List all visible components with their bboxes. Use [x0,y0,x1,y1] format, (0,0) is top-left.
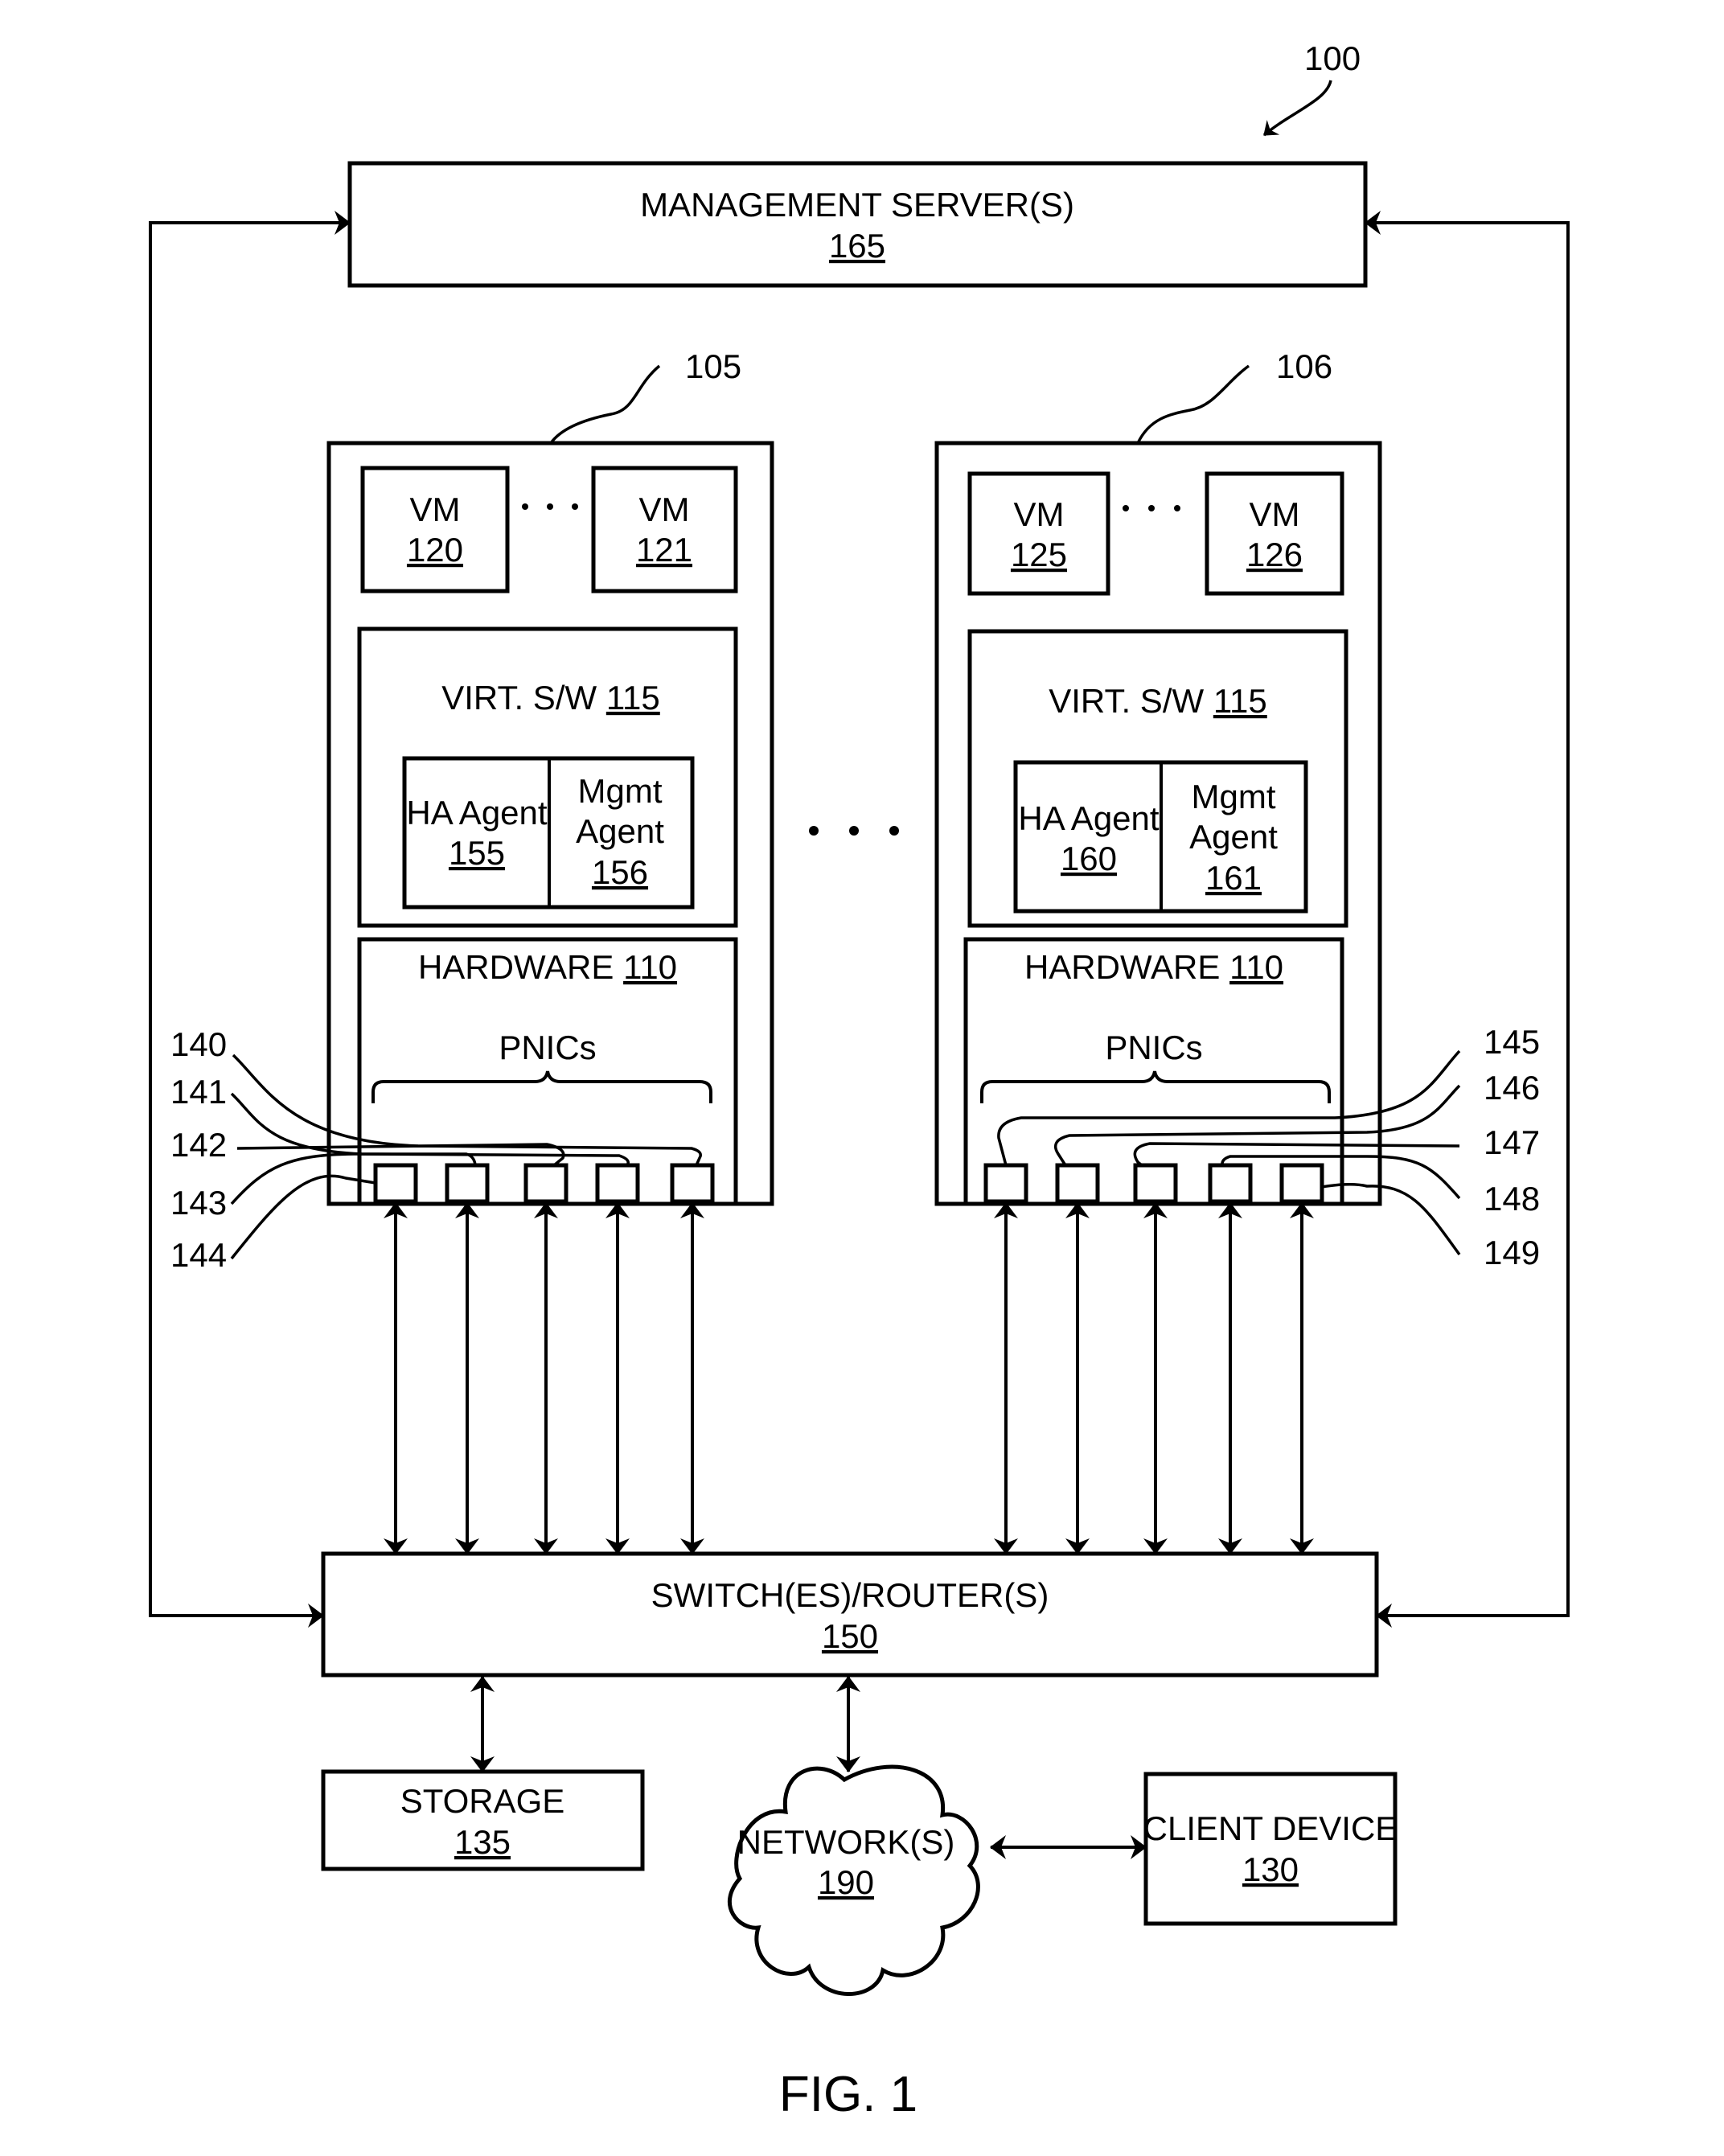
pnic-port [445,1163,490,1204]
pnic-ref: 141 [170,1073,227,1111]
management-server-title: MANAGEMENT SERVER(S) [640,186,1074,224]
client-device-box [1143,1772,1398,1926]
pnic-ref: 149 [1484,1234,1540,1271]
vm-box [591,466,738,593]
vm-box [1205,471,1344,596]
pnic-ref: 146 [1484,1069,1540,1107]
pnic-ref: 142 [170,1126,227,1164]
vm-title: VM [639,491,690,528]
client-device-ref: 130 [1242,1850,1299,1888]
vm-box [967,471,1110,596]
network-title: NETWORK(S) [737,1823,955,1861]
pnic-port [983,1163,1028,1204]
storage-ref: 135 [454,1823,511,1861]
right-loop-connector [1365,211,1570,1628]
management-server: MANAGEMENT SERVER(S) 165 [347,161,1368,288]
vm-ref: 120 [407,531,463,569]
pnic-ref: 143 [170,1184,227,1222]
pnic-port [1279,1163,1324,1204]
ha-agent-ref: 155 [449,834,505,872]
mgmt-agent-title: Mgmt [578,772,663,810]
pnics-label: PNICs [1105,1029,1202,1066]
host-ref-leader [549,364,661,445]
client-device-title: CLIENT DEVICE [1143,1809,1398,1847]
left-loop-connector [149,211,351,1628]
hosts-ellipsis-icon [809,826,899,836]
pnic-ref: 148 [1484,1180,1540,1218]
mgmt-agent-ref: 156 [592,853,648,891]
switch-router: SWITCH(ES)/ROUTER(S) 150 [321,1551,1379,1678]
network-ref: 190 [818,1863,874,1901]
client-device: CLIENT DEVICE 130 [1143,1772,1398,1926]
hardware-label: HARDWARE 110 [418,948,677,986]
pnic-links [994,1202,1314,1554]
mgmt-agent-title: Agent [576,812,664,850]
vm-ref: 126 [1246,536,1303,573]
management-server-box [347,161,1368,288]
pnic-ref: 147 [1484,1123,1540,1161]
figure-ref: 100 [1304,39,1361,77]
mgmt-agent-title: Agent [1189,818,1278,856]
ha-agent-title: HA Agent [1018,799,1159,837]
ha-agent-title: HA Agent [406,794,547,832]
pnic-ref: 140 [170,1025,227,1063]
vm-title: VM [410,491,461,528]
pnics-label: PNICs [499,1029,596,1066]
switch-router-title: SWITCH(ES)/ROUTER(S) [651,1576,1049,1614]
pnic-port [1133,1163,1178,1204]
pnic-port [670,1163,715,1204]
virt-sw-label: VIRT. S/W 115 [441,679,660,717]
host-ref-leader [1136,364,1250,444]
mgmt-agent-title: Mgmt [1192,778,1276,815]
pnic-links [384,1202,704,1554]
pnic-port [1055,1163,1100,1204]
host-105: 105 VM 120 VM 121 VIRT. S/W 115 HA Agent… [170,347,774,1554]
switch-router-box [321,1551,1379,1678]
vm-title: VM [1250,495,1300,533]
pnic-ref: 145 [1484,1023,1540,1061]
pnic-port [1208,1163,1253,1204]
pnic-port [523,1163,569,1204]
host-ref: 106 [1276,347,1332,385]
network: NETWORK(S) 190 [727,1764,980,1996]
storage: STORAGE 135 [321,1769,645,1871]
storage-title: STORAGE [400,1782,565,1820]
pnic-ref: 144 [170,1236,227,1274]
pnic-port [373,1163,418,1204]
host-106: 106 VM 125 VM 126 VIRT. S/W 115 HA Agent… [934,347,1540,1554]
vm-box [360,466,510,593]
figure-ref-arrow [1262,80,1332,137]
hardware-label: HARDWARE 110 [1024,948,1283,986]
vm-ref: 121 [636,531,692,569]
switch-router-ref: 150 [822,1617,878,1655]
vm-ref: 125 [1011,536,1067,573]
virt-sw-label: VIRT. S/W 115 [1049,682,1267,720]
figure-caption: FIG. 1 [779,2067,917,2122]
management-server-ref: 165 [829,227,885,265]
system-diagram: 100 MANAGEMENT SERVER(S) 165 105 VM 120 … [149,39,1570,2122]
pnic-port [595,1163,640,1204]
host-ref: 105 [685,347,741,385]
vm-title: VM [1014,495,1065,533]
ha-agent-ref: 160 [1061,840,1117,877]
mgmt-agent-ref: 161 [1205,859,1262,897]
